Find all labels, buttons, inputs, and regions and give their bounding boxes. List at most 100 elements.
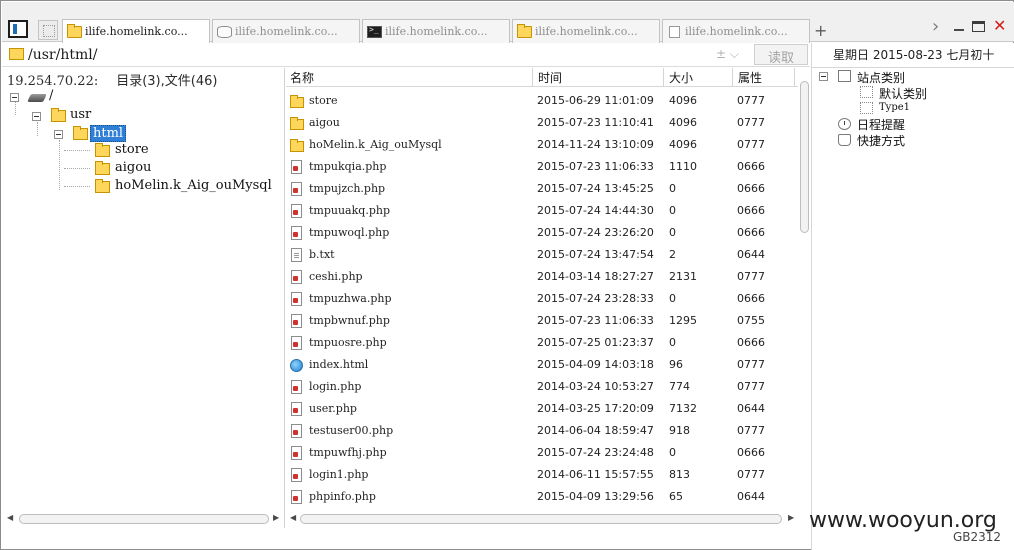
file-attr: 0644 (737, 490, 765, 503)
file-size: 0 (669, 204, 676, 217)
file-row[interactable]: ceshi.php 2014-03-14 18:27:27 2131 0777 (286, 266, 798, 288)
new-tab-button[interactable]: + (814, 21, 827, 40)
php-file-icon (291, 446, 302, 460)
tree-label: / (49, 88, 54, 103)
collapse-toggle-icon[interactable] (10, 93, 19, 102)
collapse-toggle-icon[interactable] (32, 112, 41, 121)
folder-icon (290, 139, 304, 152)
php-file-icon (291, 424, 302, 438)
tree-connector (64, 186, 90, 187)
divider (812, 67, 1014, 68)
connection-info: 19.254.70.22: 目录(3),文件(46) (7, 70, 217, 89)
scrollbar-thumb[interactable] (19, 514, 269, 524)
file-size: 813 (669, 468, 690, 481)
encoding-indicator[interactable]: GB2312 (953, 530, 1001, 544)
folder-open-icon (73, 126, 88, 140)
file-row[interactable]: tmpuwoql.php 2015-07-24 23:26:20 0 0666 (286, 222, 798, 244)
file-time: 2015-07-23 11:06:33 (537, 160, 654, 173)
column-header-attr[interactable]: 属性 (738, 69, 762, 86)
tab-file-editor[interactable]: ilife.homelink.co... (662, 19, 810, 43)
file-attr: 0666 (737, 226, 765, 239)
tree-item-shortcut[interactable]: 快捷方式 (857, 132, 905, 149)
tree-horizontal-scrollbar[interactable]: ◀ ▶ (5, 512, 283, 526)
file-row[interactable]: login1.php 2014-06-11 15:57:55 813 0777 (286, 464, 798, 486)
tree-item-site-category[interactable]: 站点类别 (857, 69, 905, 86)
close-icon[interactable]: ✕ (993, 16, 1006, 35)
file-time: 2015-07-24 13:45:25 (537, 182, 654, 195)
column-divider[interactable] (794, 68, 795, 87)
file-size: 1110 (669, 160, 697, 173)
column-header-size[interactable]: 大小 (669, 69, 693, 86)
file-name: store (309, 94, 338, 107)
scroll-right-icon[interactable]: ▶ (788, 513, 794, 522)
collapse-toggle-icon[interactable] (819, 72, 828, 81)
database-icon (217, 26, 232, 38)
file-time: 2015-07-23 11:06:33 (537, 314, 654, 327)
tab-database[interactable]: ilife.homelink.co... (212, 19, 360, 43)
column-header-name[interactable]: 名称 (290, 69, 314, 86)
file-row[interactable]: aigou 2015-07-23 11:10:41 4096 0777 (286, 112, 798, 134)
file-row[interactable]: tmpuuakq.php 2015-07-24 14:44:30 0 0666 (286, 200, 798, 222)
file-list-vertical-scrollbar[interactable] (798, 77, 811, 507)
file-time: 2015-07-24 23:24:48 (537, 446, 654, 459)
file-row[interactable]: tmpuosre.php 2015-07-25 01:23:37 0 0666 (286, 332, 798, 354)
file-row[interactable]: login.php 2014-03-24 10:53:27 774 0777 (286, 376, 798, 398)
tab-file-manager-2[interactable]: ilife.homelink.co... (512, 19, 660, 43)
php-file-icon (291, 336, 302, 350)
tab-label: ilife.homelink.co... (85, 25, 188, 38)
file-row[interactable]: tmpuzhwa.php 2015-07-24 23:28:33 0 0666 (286, 288, 798, 310)
file-row[interactable]: b.txt 2015-07-24 13:47:54 2 0644 (286, 244, 798, 266)
maximize-icon[interactable] (972, 21, 985, 32)
tree-item-type1[interactable]: Type1 (879, 102, 910, 113)
file-row[interactable]: user.php 2014-03-25 17:20:09 7132 0644 (286, 398, 798, 420)
minimize-icon[interactable] (954, 29, 964, 31)
file-row[interactable]: index.html 2015-04-09 14:03:18 96 0777 (286, 354, 798, 376)
php-file-icon (291, 226, 302, 240)
file-row[interactable]: store 2015-06-29 11:01:09 4096 0777 (286, 90, 798, 112)
file-name: tmpuwoql.php (309, 226, 390, 239)
file-row[interactable]: tmpukqia.php 2015-07-23 11:06:33 1110 0666 (286, 156, 798, 178)
tab-file-manager[interactable]: ilife.homelink.co... (62, 19, 210, 44)
scrollbar-thumb[interactable] (800, 81, 809, 233)
scroll-right-icon[interactable]: ▶ (273, 513, 279, 522)
column-divider[interactable] (663, 68, 664, 87)
file-row[interactable]: testuser00.php 2014-06-04 18:59:47 918 0777 (286, 420, 798, 442)
tab-scroll-right-icon[interactable]: › (932, 16, 939, 37)
scroll-left-icon[interactable]: ◀ (7, 513, 13, 522)
file-row[interactable]: tmpbwnuf.php 2015-07-23 11:06:33 1295 0755 (286, 310, 798, 332)
tab-label: ilife.homelink.co... (235, 25, 338, 38)
file-row[interactable]: tmpuwfhj.php 2015-07-24 23:24:48 0 0666 (286, 442, 798, 464)
file-name: b.txt (309, 248, 335, 261)
scroll-left-icon[interactable]: ◀ (290, 513, 296, 522)
column-header-time[interactable]: 时间 (538, 69, 562, 86)
path-input[interactable] (28, 45, 708, 65)
file-name: tmpuzhwa.php (309, 292, 392, 305)
file-time: 2014-03-25 17:20:09 (537, 402, 654, 415)
clock-icon (838, 118, 851, 130)
tab-terminal[interactable]: ilife.homelink.co... (362, 19, 510, 43)
path-history-dropdown[interactable]: ± ⌵ (716, 45, 754, 65)
tree-label: aigou (115, 160, 152, 175)
file-list-horizontal-scrollbar[interactable]: ◀ ▶ (288, 512, 798, 526)
collapse-toggle-icon[interactable] (54, 130, 63, 139)
file-row[interactable]: tmpujzch.php 2015-07-24 13:45:25 0 0666 (286, 178, 798, 200)
php-file-icon (291, 292, 302, 306)
tree-item-reminder[interactable]: 日程提醒 (857, 116, 905, 133)
file-size: 0 (669, 182, 676, 195)
column-divider[interactable] (732, 68, 733, 87)
file-name: index.html (309, 358, 369, 371)
column-divider[interactable] (532, 68, 533, 87)
scrollbar-thumb[interactable] (300, 514, 782, 524)
file-row[interactable]: hoMelin.k_Aig_ouMysql 2014-11-24 13:10:09… (286, 134, 798, 156)
file-name: user.php (309, 402, 357, 415)
file-row[interactable]: phpinfo.php 2015-04-09 13:29:56 65 0644 (286, 486, 798, 508)
panel-toggle-icon[interactable] (8, 20, 28, 38)
date-display: 星期日 2015-08-23 七月初十 (833, 48, 995, 62)
read-button[interactable]: 读取 (754, 44, 808, 66)
tree-item-default-category[interactable]: 默认类别 (879, 85, 927, 102)
drive-icon (27, 94, 47, 102)
php-file-icon (291, 182, 302, 196)
file-name: tmpuwfhj.php (309, 446, 387, 459)
blank-tab-icon[interactable] (38, 20, 58, 40)
folder-icon (51, 108, 66, 122)
